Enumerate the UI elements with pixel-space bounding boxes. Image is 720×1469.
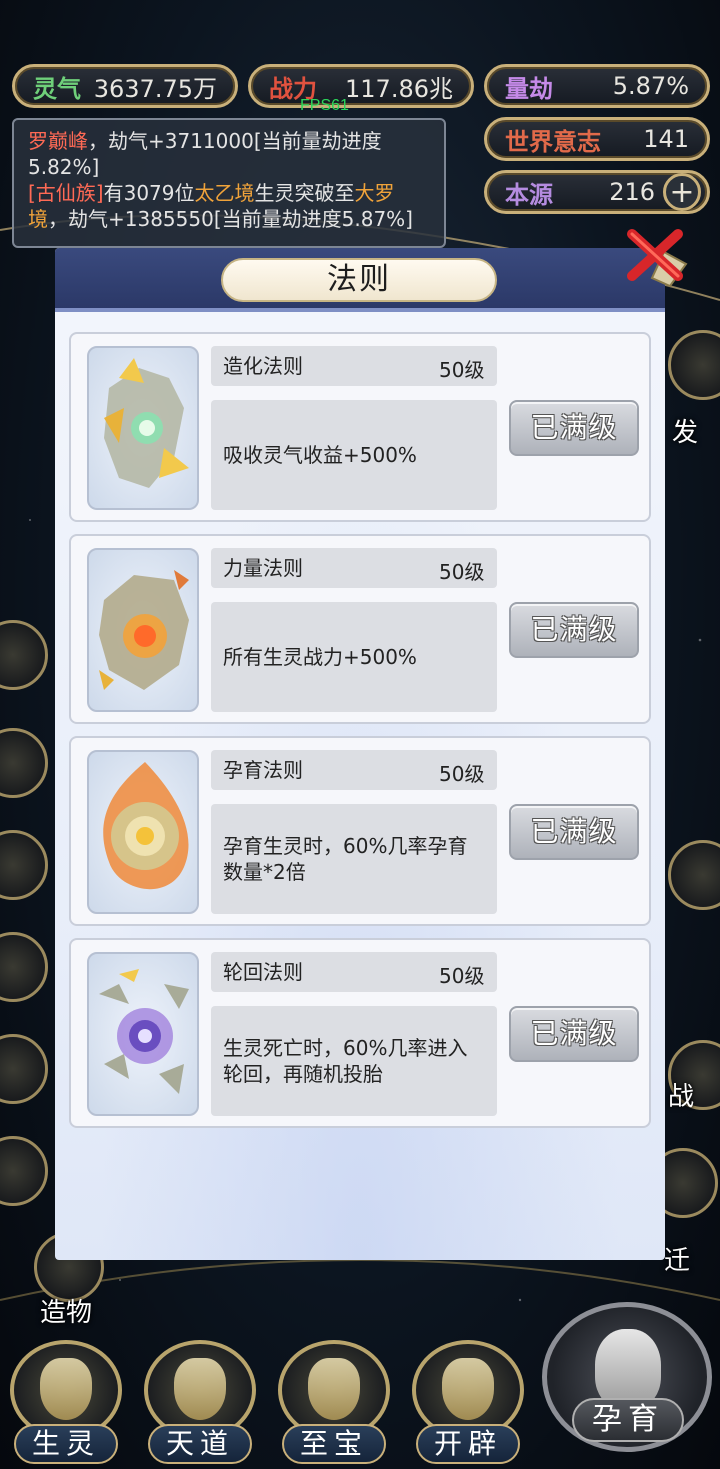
law-description: 孕育生灵时，60%几率孕育数量*2倍 — [211, 804, 497, 914]
lunhui-law-image — [87, 952, 199, 1116]
law-card-liliang: 力量法则 50级 所有生灵战力+500% 已满级 — [69, 534, 651, 724]
zaohua-law-image — [87, 346, 199, 510]
law-description: 生灵死亡时，60%几率进入轮回，再随机投胎 — [211, 1006, 497, 1116]
law-card-yunyu: 孕育法则 50级 孕育生灵时，60%几率孕育数量*2倍 已满级 — [69, 736, 651, 926]
dialog-title: 法则 — [221, 258, 497, 302]
law-level: 50级 — [439, 358, 485, 382]
close-dialog-button[interactable] — [624, 224, 688, 288]
max-level-button[interactable]: 已满级 — [509, 1006, 639, 1062]
yunyu-law-image — [87, 750, 199, 914]
dialog-header: 法则 — [55, 248, 665, 312]
law-level: 50级 — [439, 964, 485, 988]
law-card-lunhui: 轮回法则 50级 生灵死亡时，60%几率进入轮回，再随机投胎 已满级 — [69, 938, 651, 1128]
max-level-button[interactable]: 已满级 — [509, 602, 639, 658]
law-description: 所有生灵战力+500% — [211, 602, 497, 712]
close-icon — [627, 229, 688, 288]
law-description: 吸收灵气收益+500% — [211, 400, 497, 510]
law-level: 50级 — [439, 762, 485, 786]
law-level: 50级 — [439, 560, 485, 584]
law-card-zaohua: 造化法则 50级 吸收灵气收益+500% 已满级 — [69, 332, 651, 522]
laws-dialog: 法则 造化法则 50级 吸收灵气收益+500% 已满级 力量法则 50级 所有生… — [55, 248, 665, 1260]
liliang-law-image — [87, 548, 199, 712]
max-level-button[interactable]: 已满级 — [509, 804, 639, 860]
max-level-button[interactable]: 已满级 — [509, 400, 639, 456]
